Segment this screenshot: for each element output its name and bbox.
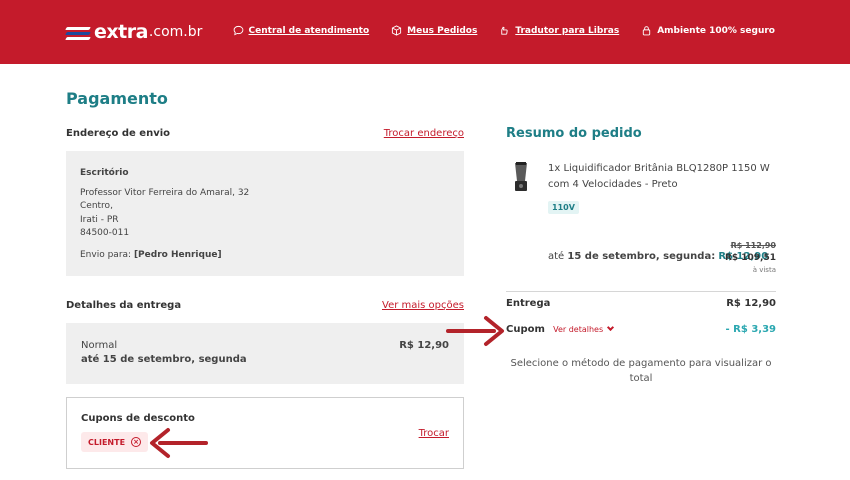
- delivery-row: Entrega R$ 12,90: [506, 298, 776, 309]
- product-prices: R$ 112,90 R$ 109,51 à vista: [725, 240, 776, 276]
- annotation-arrow-icon: [446, 316, 504, 346]
- logo-mark-icon: [65, 22, 92, 42]
- nav-label: Meus Pedidos: [407, 25, 478, 36]
- address-card: Escritório Professor Vitor Ferreira do A…: [66, 151, 464, 276]
- price-note: à vista: [752, 266, 776, 274]
- change-address-link[interactable]: Trocar endereço: [384, 128, 464, 139]
- address-district: Centro,: [80, 201, 113, 211]
- coupon-discount-value: - R$ 3,39: [725, 324, 776, 335]
- product-description: 1x Liquidificador Britânia BLQ1280P 1150…: [548, 163, 770, 190]
- voltage-badge: 110V: [548, 201, 579, 214]
- summary-title: Resumo do pedido: [506, 126, 642, 141]
- coupon-chip[interactable]: CLIENTE ×: [81, 432, 149, 452]
- address-street: Professor Vitor Ferreira do Amaral, 32: [80, 187, 250, 198]
- product-item: 1x Liquidificador Britânia BLQ1280P 1150…: [506, 161, 776, 262]
- annotation-arrow-icon: [150, 428, 208, 458]
- nav-meus-pedidos[interactable]: Meus Pedidos: [391, 25, 477, 36]
- left-column: Endereço de envio Trocar endereço Escrit…: [66, 124, 464, 469]
- old-price: R$ 112,90: [730, 241, 776, 250]
- recipient-name: [Pedro Henrique]: [133, 249, 222, 260]
- coupon-card: Cupons de desconto CLIENTE × Trocar: [66, 397, 464, 469]
- address-recipient: Envio para: [Pedro Henrique]: [80, 249, 450, 263]
- coupon-title: Cupons de desconto: [81, 413, 195, 424]
- box-icon: [392, 25, 402, 36]
- delivery-section-title: Detalhes da entrega: [66, 299, 182, 311]
- blender-product-image: [515, 162, 527, 191]
- more-delivery-options-link[interactable]: Ver mais opções: [382, 300, 464, 311]
- coupon-row-left: Cupom Ver detalhes: [506, 323, 615, 335]
- delivery-price: R$ 12,90: [399, 340, 449, 351]
- order-summary: Resumo do pedido 1x Liquidificador Britâ…: [506, 126, 776, 384]
- delivery-date: até 15 de setembro, segunda: [81, 354, 247, 365]
- coupon-label: Cupom: [506, 324, 545, 335]
- extra-logo[interactable]: extra .com.br: [65, 21, 203, 43]
- address-section-title: Endereço de envio: [66, 127, 171, 139]
- delivery-type: Normal: [81, 340, 118, 351]
- nav-ambiente-seguro[interactable]: Ambiente 100% seguro: [641, 25, 775, 36]
- change-coupon-link[interactable]: Trocar: [419, 428, 449, 439]
- see-details-link[interactable]: Ver detalhes: [553, 323, 615, 334]
- nav-tradutor-libras[interactable]: Tradutor para Libras: [499, 25, 619, 36]
- coupon-row: Cupom Ver detalhes - R$ 3,39: [506, 323, 776, 335]
- ship-prefix: até: [548, 251, 565, 262]
- site-header: extra .com.br Central de atendimento Meu…: [0, 0, 850, 64]
- delivery-label: Entrega: [506, 298, 551, 309]
- nav-label: Central de atendimento: [248, 25, 370, 36]
- delivery-card: Normal até 15 de setembro, segunda R$ 12…: [66, 323, 464, 384]
- address-name: Escritório: [80, 168, 129, 178]
- delivery-value: R$ 12,90: [726, 298, 776, 309]
- nav-central-atendimento[interactable]: Central de atendimento: [233, 25, 370, 36]
- remove-coupon-icon[interactable]: ×: [131, 437, 142, 447]
- logo-text: extra: [94, 21, 148, 43]
- address-city: Irati - PR: [80, 214, 119, 225]
- lock-icon: [643, 26, 651, 36]
- chat-icon: [233, 25, 243, 36]
- new-price: R$ 109,51: [724, 253, 776, 263]
- summary-divider: [506, 291, 776, 292]
- ship-date: 15 de setembro, segunda:: [567, 251, 716, 262]
- logo-suffix: .com.br: [148, 24, 203, 40]
- nav-label: Tradutor para Libras: [515, 25, 620, 36]
- chevron-down-icon: [607, 323, 615, 332]
- address-zip: 84500-011: [80, 228, 130, 238]
- select-payment-message: Selecione o método de pagamento para vis…: [510, 358, 772, 384]
- see-details-label: Ver detalhes: [553, 325, 604, 334]
- coupon-code: CLIENTE: [88, 437, 126, 447]
- nav-label: Ambiente 100% seguro: [657, 25, 775, 36]
- delivery-section-header: Detalhes da entrega Ver mais opções: [66, 296, 464, 314]
- address-section-header: Endereço de envio Trocar endereço: [66, 124, 464, 142]
- page-title: Pagamento: [66, 89, 168, 108]
- top-nav: Central de atendimento Meus Pedidos Trad…: [233, 25, 775, 36]
- recipient-label: Envio para:: [80, 249, 132, 260]
- hands-icon: [501, 26, 508, 35]
